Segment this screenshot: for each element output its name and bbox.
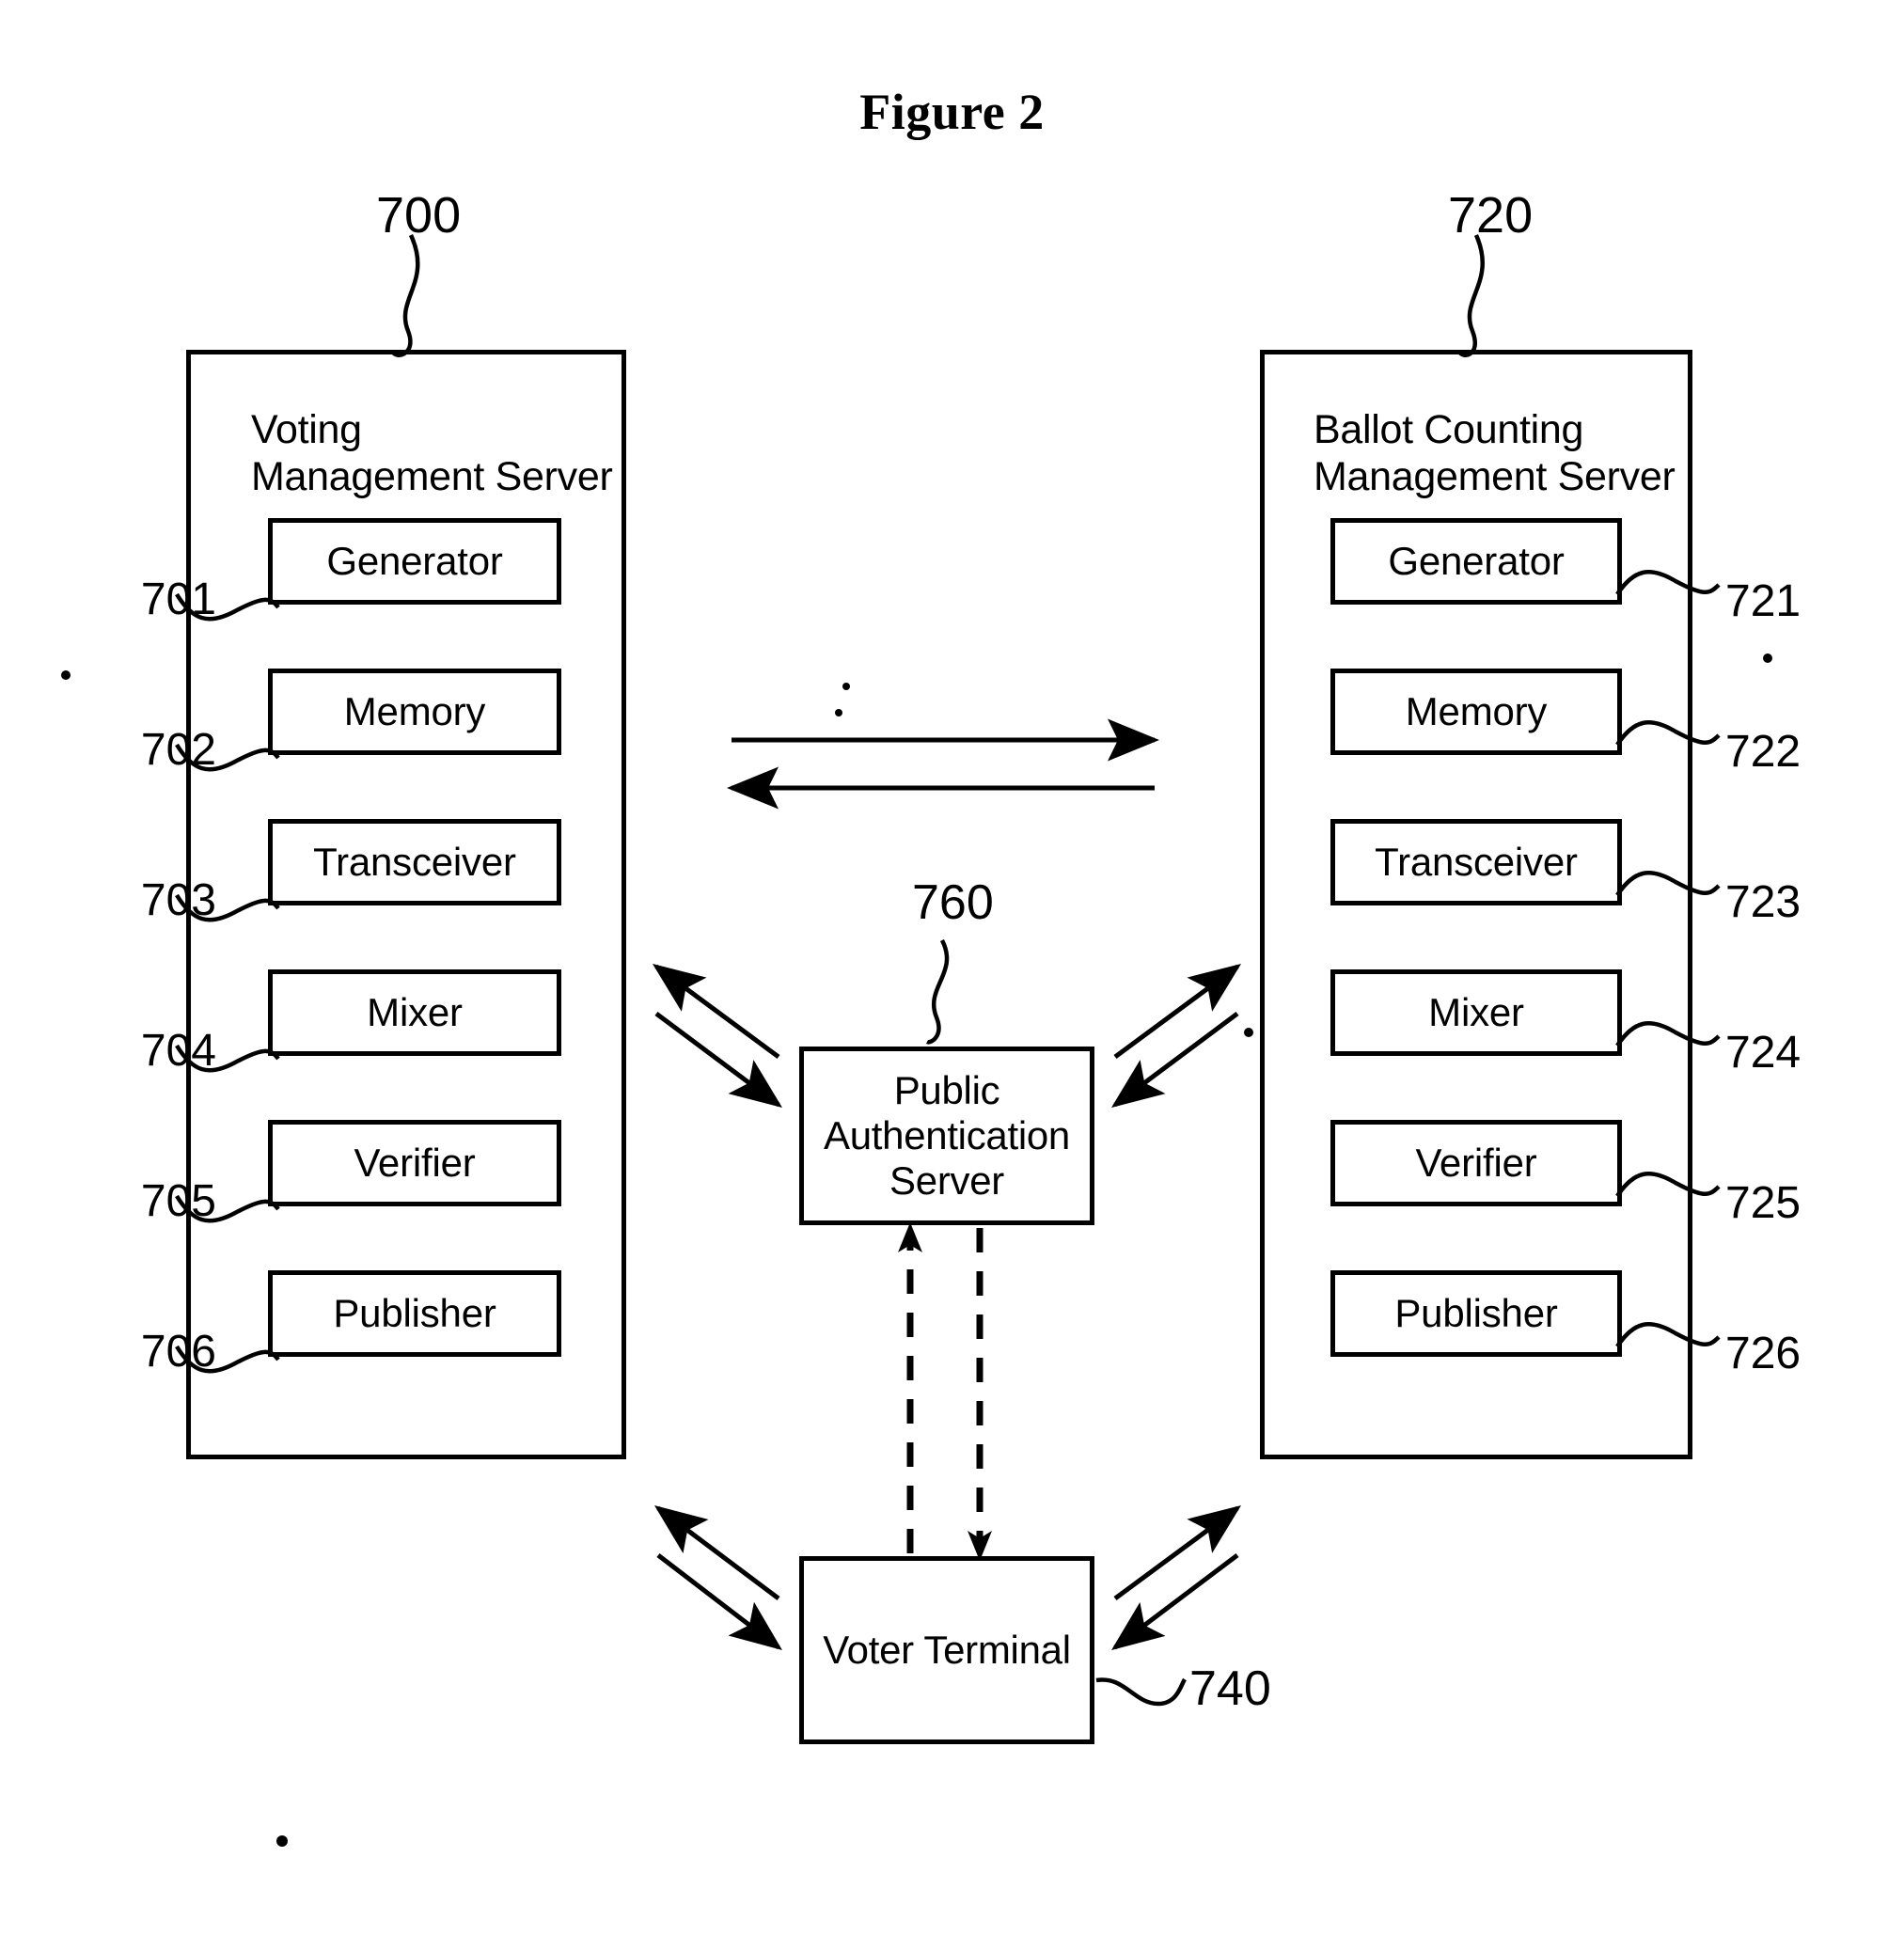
ref-numeral-704: 704 — [140, 1026, 216, 1076]
ballot-component-generator: Generator — [1330, 518, 1622, 605]
ref-numeral-760: 760 — [912, 875, 994, 930]
ref-numeral-725: 725 — [1725, 1178, 1802, 1228]
speck-mark-right — [1244, 1028, 1253, 1037]
dashed-arrow-auth-to-terminal — [968, 1228, 992, 1561]
ballot-component-generator-label: Generator — [1388, 539, 1565, 583]
public-authentication-server-box: Public Authentication Server — [799, 1047, 1094, 1225]
voter-terminal-box: Voter Terminal — [799, 1556, 1094, 1744]
page-speck-center — [842, 683, 850, 690]
arrow-voting-to-auth — [654, 1011, 783, 1108]
leader-720 — [1456, 234, 1485, 357]
ballot-counting-management-server-title: Ballot Counting Management Server — [1314, 407, 1676, 499]
page-speck-bottom — [276, 1835, 288, 1847]
ref-numeral-720: 720 — [1448, 187, 1534, 244]
voting-component-generator-label: Generator — [326, 539, 503, 583]
page-speck-right — [1763, 653, 1772, 663]
voting-component-verifier: Verifier — [268, 1120, 561, 1206]
ref-numeral-722: 722 — [1725, 727, 1802, 777]
speck-mark-upper — [835, 709, 842, 716]
ballot-component-publisher-label: Publisher — [1394, 1291, 1558, 1335]
ballot-counting-management-server-box: Ballot Counting Management Server Genera… — [1260, 350, 1692, 1459]
arrow-terminal-to-voting — [654, 1505, 780, 1600]
ref-numeral-702: 702 — [140, 725, 216, 775]
voting-component-publisher: Publisher — [268, 1270, 561, 1357]
ballot-component-mixer-label: Mixer — [1428, 990, 1524, 1034]
ref-numeral-701: 701 — [140, 575, 216, 624]
voting-component-transceiver: Transceiver — [268, 819, 561, 905]
patent-figure-page: Figure 2 Voting Management Server Genera… — [0, 0, 1904, 1952]
ref-numeral-723: 723 — [1725, 877, 1802, 927]
ballot-component-verifier-label: Verifier — [1415, 1141, 1537, 1185]
ballot-component-memory-label: Memory — [1405, 689, 1548, 733]
voter-terminal-label: Voter Terminal — [823, 1628, 1071, 1673]
voting-component-publisher-label: Publisher — [333, 1291, 496, 1335]
ref-numeral-724: 724 — [1725, 1028, 1802, 1078]
voting-component-transceiver-label: Transceiver — [313, 840, 516, 884]
dashed-arrow-terminal-to-auth — [898, 1222, 922, 1553]
arrow-auth-to-ballot — [1113, 964, 1242, 1060]
ref-numeral-705: 705 — [140, 1176, 216, 1226]
arrow-ballot-to-terminal — [1111, 1553, 1239, 1651]
ballot-component-publisher: Publisher — [1330, 1270, 1622, 1357]
ballot-component-verifier: Verifier — [1330, 1120, 1622, 1206]
arrow-voting-to-terminal — [656, 1553, 782, 1651]
voting-management-server-box: Voting Management Server Generator Memor… — [186, 350, 626, 1459]
voting-component-generator: Generator — [268, 518, 561, 605]
ref-numeral-721: 721 — [1725, 576, 1802, 626]
voting-component-mixer-label: Mixer — [367, 990, 463, 1034]
ballot-component-memory: Memory — [1330, 669, 1622, 755]
ballot-component-transceiver-label: Transceiver — [1375, 840, 1578, 884]
arrow-auth-to-voting — [652, 964, 780, 1060]
ref-numeral-703: 703 — [140, 875, 216, 925]
voting-component-mixer: Mixer — [268, 969, 561, 1056]
leader-740 — [1095, 1677, 1187, 1707]
page-speck-left — [61, 670, 71, 680]
public-authentication-server-label: Public Authentication Server — [824, 1068, 1070, 1203]
figure-title: Figure 2 — [859, 84, 1045, 140]
leader-760 — [925, 938, 950, 1045]
voting-component-memory-label: Memory — [343, 689, 486, 733]
ballot-component-mixer: Mixer — [1330, 969, 1622, 1056]
voting-management-server-title: Voting Management Server — [251, 407, 613, 499]
arrow-terminal-to-ballot — [1113, 1505, 1242, 1601]
ref-numeral-706: 706 — [140, 1327, 216, 1377]
ref-numeral-740: 740 — [1189, 1661, 1271, 1716]
voting-component-memory: Memory — [268, 669, 561, 755]
leader-700 — [390, 234, 420, 357]
ref-numeral-700: 700 — [376, 187, 462, 244]
voting-component-verifier-label: Verifier — [354, 1141, 476, 1185]
arrow-ballot-to-auth — [1110, 1011, 1239, 1108]
ref-numeral-726: 726 — [1725, 1329, 1802, 1378]
ballot-component-transceiver: Transceiver — [1330, 819, 1622, 905]
